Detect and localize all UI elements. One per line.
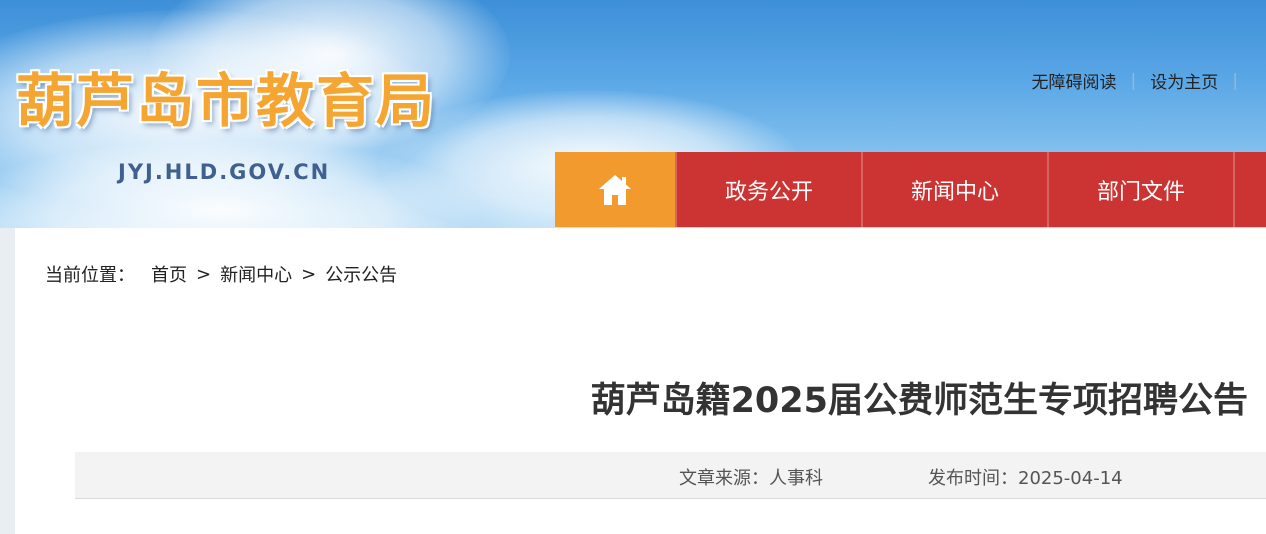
site-title: 葫芦岛市教育局 <box>16 67 437 135</box>
breadcrumb-prefix: 当前位置： <box>45 265 135 286</box>
site-domain: JYJ.HLD.GOV.CN <box>118 160 331 184</box>
breadcrumb-arrow: > <box>196 263 212 285</box>
nav-item-government-affairs[interactable]: 政务公开 <box>675 152 861 227</box>
breadcrumb-home[interactable]: 首页 <box>151 261 187 287</box>
article-source: 文章来源：人事科 <box>679 468 823 489</box>
link-separator: | <box>1130 70 1137 91</box>
top-links: 无障碍阅读 | 设为主页 | <box>1032 68 1252 94</box>
nav-item-news-center[interactable]: 新闻中心 <box>861 152 1047 227</box>
accessibility-reading-link[interactable]: 无障碍阅读 <box>1032 68 1117 93</box>
main-nav: 政务公开 新闻中心 部门文件 <box>555 152 1266 227</box>
home-icon <box>599 174 631 205</box>
breadcrumb: 当前位置： 首页 > 新闻中心 > 公示公告 <box>45 261 397 287</box>
link-separator: | <box>1232 70 1238 91</box>
breadcrumb-announcements[interactable]: 公示公告 <box>325 261 397 287</box>
nav-item-department-documents[interactable]: 部门文件 <box>1047 152 1233 227</box>
article-title: 葫芦岛籍2025届公费师范生专项招聘公告 <box>590 381 1248 421</box>
site-header: 葫芦岛市教育局 JYJ.HLD.GOV.CN 无障碍阅读 | 设为主页 | 政务… <box>0 0 1266 228</box>
nav-tail <box>1233 152 1266 227</box>
breadcrumb-news-center[interactable]: 新闻中心 <box>220 261 292 287</box>
set-homepage-link[interactable]: 设为主页 <box>1150 68 1218 93</box>
nav-home-button[interactable] <box>555 152 675 227</box>
breadcrumb-arrow: > <box>301 263 317 285</box>
article-publish-time: 发布时间：2025-04-14 <box>928 468 1123 489</box>
article-meta-bar: 文章来源：人事科 发布时间：2025-04-14 <box>75 452 1266 499</box>
main-content: 当前位置： 首页 > 新闻中心 > 公示公告 葫芦岛籍2025届公费师范生专项招… <box>15 228 1266 534</box>
